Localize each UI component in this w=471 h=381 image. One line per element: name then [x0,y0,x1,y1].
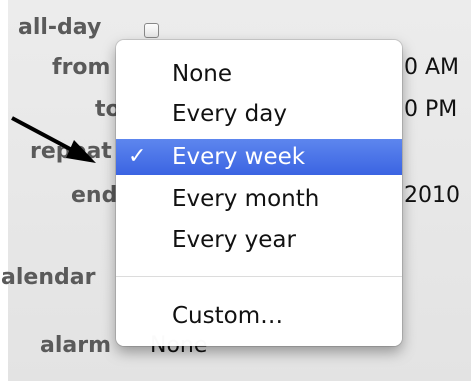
menu-item-every-year[interactable]: Every year [116,222,402,258]
alarm-label: alarm [40,333,112,358]
menu-item-every-week[interactable]: ✓ Every week [116,139,402,175]
panel-edge [0,0,8,381]
menu-separator [116,276,402,277]
repeat-popup-menu: None Every day ✓ Every week Every month … [116,40,402,346]
from-value[interactable]: 0 AM [404,55,459,80]
from-label: from [52,55,111,80]
menu-item-every-day[interactable]: Every day [116,96,402,132]
allday-label: all-day [18,15,102,40]
allday-checkbox[interactable] [144,23,159,38]
to-value[interactable]: 0 PM [404,97,457,122]
menu-item-every-month[interactable]: Every month [116,181,402,217]
menu-item-custom[interactable]: Custom… [116,298,402,334]
checkmark-icon: ✓ [128,144,147,169]
menu-item-none[interactable]: None [116,56,402,92]
calendar-label: calendar [0,265,96,290]
end-value[interactable]: 2010 [404,183,460,208]
